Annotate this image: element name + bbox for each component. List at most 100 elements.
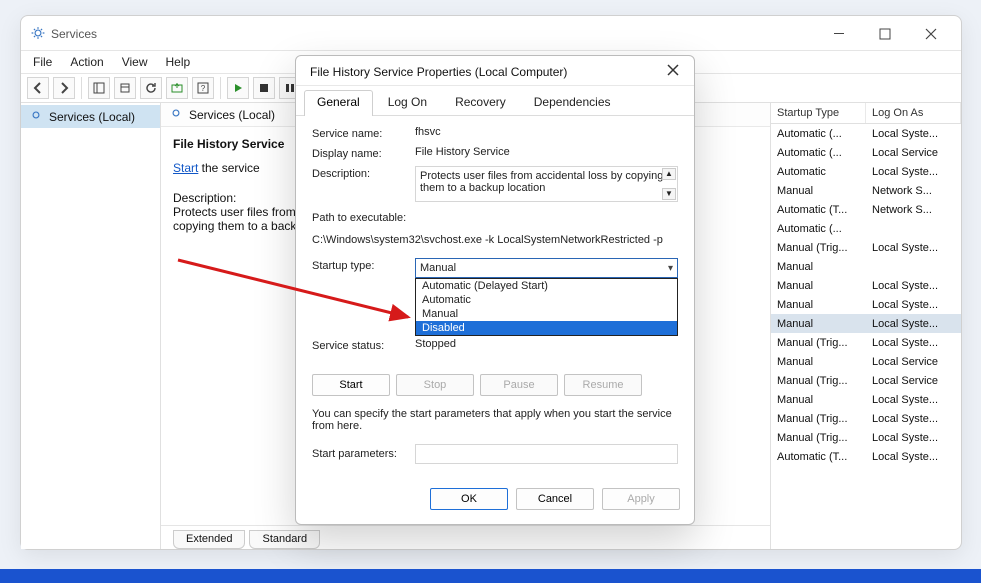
cell-startup-type: Manual [771, 280, 866, 292]
chevron-down-icon: ▾ [668, 263, 673, 274]
services-icon [29, 108, 43, 125]
dialog-body: Service name: fhsvc Display name: File H… [296, 116, 694, 480]
table-row[interactable]: Automatic (T...Network S... [771, 200, 961, 219]
titlebar: Services [21, 16, 961, 51]
table-row[interactable]: AutomaticLocal Syste... [771, 162, 961, 181]
menu-file[interactable]: File [33, 55, 52, 69]
cell-log-on-as: Local Syste... [866, 413, 961, 425]
table-row[interactable]: Manual (Trig...Local Syste... [771, 428, 961, 447]
menu-help[interactable]: Help [166, 55, 191, 69]
cell-log-on-as: Local Syste... [866, 166, 961, 178]
column-log-on-as[interactable]: Log On As [866, 103, 961, 123]
cell-log-on-as: Local Syste... [866, 280, 961, 292]
window-maximize-button[interactable] [865, 22, 905, 46]
services-icon [169, 106, 183, 123]
left-tree: Services (Local) [21, 103, 161, 549]
stop-service-button[interactable] [253, 77, 275, 99]
scroll-down-icon[interactable]: ▼ [662, 188, 676, 200]
start-params-note: You can specify the start parameters tha… [312, 408, 678, 432]
table-row[interactable]: Automatic (...Local Service [771, 143, 961, 162]
description-value: Protects user files from accidental loss… [420, 170, 663, 194]
ok-button[interactable]: OK [430, 488, 508, 510]
column-startup-type[interactable]: Startup Type [771, 103, 866, 123]
description-box: Protects user files from accidental loss… [415, 166, 678, 202]
table-row[interactable]: ManualLocal Syste... [771, 276, 961, 295]
cell-log-on-as: Local Syste... [866, 337, 961, 349]
table-row[interactable]: Manual (Trig...Local Syste... [771, 333, 961, 352]
cell-log-on-as: Local Syste... [866, 318, 961, 330]
cell-log-on-as: Local Service [866, 147, 961, 159]
tab-general[interactable]: General [304, 90, 373, 116]
tab-recovery[interactable]: Recovery [442, 90, 519, 115]
tree-node-label: Services (Local) [49, 110, 135, 124]
table-row[interactable]: Manual [771, 257, 961, 276]
cancel-button[interactable]: Cancel [516, 488, 594, 510]
startup-type-option[interactable]: Disabled [416, 321, 677, 335]
cell-startup-type: Manual [771, 185, 866, 197]
app-title: Services [51, 27, 97, 41]
table-row[interactable]: ManualLocal Syste... [771, 390, 961, 409]
tab-extended[interactable]: Extended [173, 530, 245, 549]
table-row[interactable]: Automatic (T...Local Syste... [771, 447, 961, 466]
start-service-button[interactable] [227, 77, 249, 99]
cell-log-on-as: Local Service [866, 375, 961, 387]
table-row[interactable]: ManualLocal Syste... [771, 314, 961, 333]
scroll-up-icon[interactable]: ▲ [662, 168, 676, 180]
tab-log-on[interactable]: Log On [375, 90, 440, 115]
tree-node-services-local[interactable]: Services (Local) [21, 105, 160, 128]
column-headers: Startup Type Log On As [771, 103, 961, 124]
start-button[interactable]: Start [312, 374, 390, 396]
forward-button[interactable] [53, 77, 75, 99]
startup-type-selected: Manual [420, 262, 456, 274]
table-row[interactable]: Automatic (... [771, 219, 961, 238]
help-button[interactable]: ? [192, 77, 214, 99]
cell-startup-type: Manual [771, 261, 866, 273]
startup-type-combo[interactable]: Manual ▾ Automatic (Delayed Start)Automa… [415, 258, 678, 278]
back-button[interactable] [27, 77, 49, 99]
table-row[interactable]: Automatic (...Local Syste... [771, 124, 961, 143]
dialog-title: File History Service Properties (Local C… [310, 65, 567, 79]
dialog-footer: OK Cancel Apply [296, 480, 694, 524]
cell-startup-type: Automatic (T... [771, 451, 866, 463]
refresh-button[interactable] [140, 77, 162, 99]
start-params-input[interactable] [415, 444, 678, 464]
properties-button[interactable] [114, 77, 136, 99]
tab-dependencies[interactable]: Dependencies [521, 90, 624, 115]
table-row[interactable]: ManualNetwork S... [771, 181, 961, 200]
apply-button: Apply [602, 488, 680, 510]
svg-text:?: ? [201, 84, 206, 93]
window-minimize-button[interactable] [819, 22, 859, 46]
cell-startup-type: Manual (Trig... [771, 337, 866, 349]
cell-startup-type: Manual [771, 318, 866, 330]
show-hide-tree-button[interactable] [88, 77, 110, 99]
service-status-label: Service status: [312, 338, 407, 352]
startup-type-option[interactable]: Automatic [416, 293, 677, 307]
description-label: Description: [312, 166, 407, 180]
cell-log-on-as: Local Syste... [866, 128, 961, 140]
window-close-button[interactable] [911, 22, 951, 46]
menu-action[interactable]: Action [70, 55, 103, 69]
table-row[interactable]: Manual (Trig...Local Syste... [771, 238, 961, 257]
tab-standard[interactable]: Standard [249, 530, 320, 549]
startup-type-popup: Automatic (Delayed Start)AutomaticManual… [415, 278, 678, 336]
table-row[interactable]: ManualLocal Service [771, 352, 961, 371]
dialog-tabs: General Log On Recovery Dependencies [296, 86, 694, 116]
start-link-suffix: the service [198, 161, 259, 175]
start-service-link[interactable]: Start [173, 161, 198, 175]
dialog-titlebar: File History Service Properties (Local C… [296, 56, 694, 86]
table-row[interactable]: Manual (Trig...Local Syste... [771, 409, 961, 428]
dialog-close-button[interactable] [662, 64, 684, 79]
table-row[interactable]: ManualLocal Syste... [771, 295, 961, 314]
table-row[interactable]: Manual (Trig...Local Service [771, 371, 961, 390]
path-label: Path to executable: [312, 212, 678, 224]
service-name-value: fhsvc [415, 126, 678, 138]
menu-view[interactable]: View [122, 55, 148, 69]
startup-type-label: Startup type: [312, 258, 407, 272]
startup-type-option[interactable]: Automatic (Delayed Start) [416, 279, 677, 293]
cell-startup-type: Automatic (... [771, 223, 866, 235]
startup-type-option[interactable]: Manual [416, 307, 677, 321]
stop-button: Stop [396, 374, 474, 396]
export-button[interactable] [166, 77, 188, 99]
bottom-tabs: Extended Standard [161, 525, 770, 549]
cell-log-on-as: Local Syste... [866, 242, 961, 254]
